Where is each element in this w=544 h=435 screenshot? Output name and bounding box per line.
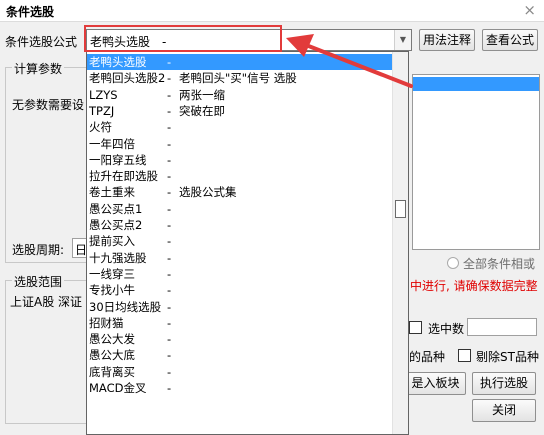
dropdown-item-name: 招财猫	[89, 315, 124, 330]
dropdown-item[interactable]: 愚公大发 -	[87, 331, 392, 347]
dropdown-item-separator: -	[167, 103, 172, 118]
dropdown-item[interactable]: 愚公买点2 -	[87, 217, 392, 233]
selected-varieties-label: 的品种	[409, 350, 446, 364]
dropdown-item-separator: -	[167, 315, 172, 330]
dropdown-item-separator: -	[167, 332, 172, 347]
all-conditions-or-radio[interactable]	[447, 257, 459, 269]
dropdown-item-name: 十九强选股	[89, 250, 147, 265]
annotation-arrow	[286, 34, 413, 88]
params-group-title: 计算参数	[12, 60, 65, 77]
highlight-box	[84, 25, 282, 52]
dropdown-item-separator: -	[167, 266, 172, 281]
dropdown-item[interactable]: TPZJ - 突破在即	[87, 103, 392, 119]
dropdown-item[interactable]: 专找小牛 -	[87, 282, 392, 298]
all-conditions-or-label: 全部条件相或	[463, 257, 536, 271]
dropdown-item[interactable]: 一阳穿五线 -	[87, 152, 392, 168]
range-markets-text: 上证A股 深证	[10, 295, 83, 309]
dropdown-item[interactable]: 招财猫 -	[87, 315, 392, 331]
exclude-st-label: 剔除ST品种	[476, 350, 539, 364]
dropdown-item-separator: -	[167, 55, 172, 69]
dropdown-item[interactable]: 火符 -	[87, 119, 392, 135]
close-icon[interactable]: ×	[523, 1, 536, 19]
dropdown-item-separator: -	[167, 348, 172, 363]
dropdown-item-name: TPZJ	[89, 103, 115, 118]
window-title: 条件选股	[6, 5, 55, 19]
dropdown-item-name: 愚公大底	[89, 348, 135, 363]
dropdown-item-separator: -	[167, 299, 172, 314]
dropdown-item-description: 两张一缩	[179, 87, 225, 102]
dropdown-item-name: 一阳穿五线	[89, 152, 147, 167]
dropdown-item-name: 火符	[89, 120, 112, 135]
no-params-text: 无参数需要设	[12, 98, 85, 112]
dropdown-item[interactable]: 拉升在即选股 -	[87, 168, 392, 184]
period-label: 选股周期:	[12, 243, 65, 257]
dropdown-item-separator: -	[167, 364, 172, 379]
join-block-button[interactable]: 是入板块	[405, 372, 466, 395]
view-formula-button[interactable]: 查看公式	[482, 29, 538, 51]
dropdown-item-separator: -	[167, 136, 172, 151]
dropdown-item-name: 老鸭回头选股2	[89, 71, 166, 86]
exclude-st-checkbox[interactable]	[458, 349, 471, 362]
dropdown-item-description: 突破在即	[179, 103, 225, 118]
dropdown-item[interactable]: 一年四倍 -	[87, 136, 392, 152]
selected-count-checkbox[interactable]	[409, 321, 422, 334]
selected-count-field[interactable]	[467, 318, 537, 336]
dropdown-item-name: 愚公买点2	[89, 218, 143, 232]
formula-dropdown-list[interactable]: MACD金叉 - 底背离买 - 愚公大底 - 愚公大发 - 招财猫 -30日均线选股 - 专找小牛 - 一…	[86, 51, 409, 435]
usage-notes-button[interactable]: 用法注释	[419, 29, 475, 51]
execute-selection-button[interactable]: 执行选股	[472, 372, 536, 395]
dropdown-item-name: 愚公买点1	[89, 201, 143, 216]
dropdown-item[interactable]: 一线穿三 -	[87, 266, 392, 282]
dropdown-item[interactable]: 十九强选股 -	[87, 250, 392, 266]
dropdown-item-name: 愚公大发	[89, 332, 135, 347]
dropdown-item-separator: -	[167, 169, 172, 184]
dropdown-item-name: MACD金叉	[89, 381, 147, 395]
range-group-title: 选股范围	[12, 273, 65, 290]
dropdown-item-separator: -	[167, 201, 172, 216]
dropdown-item-name: 专找小牛	[89, 283, 135, 298]
dropdown-scroll-thumb[interactable]	[395, 200, 406, 218]
dropdown-item-description: 选股公式集	[179, 185, 237, 200]
dropdown-item-name: 30日均线选股	[89, 299, 162, 314]
dropdown-item-separator: -	[167, 283, 172, 298]
dropdown-item-separator: -	[167, 120, 172, 135]
dropdown-item[interactable]: 愚公买点1 -	[87, 201, 392, 217]
dropdown-item-separator: -	[167, 185, 172, 200]
dropdown-item-name: LZYS	[89, 87, 118, 102]
dropdown-item-separator: -	[167, 218, 172, 232]
dropdown-item-name: 提前买入	[89, 234, 135, 249]
dropdown-item[interactable]: 底背离买 -	[87, 364, 392, 380]
dropdown-item-name: 一线穿三	[89, 266, 135, 281]
dropdown-item[interactable]: 愚公大底 -	[87, 347, 392, 363]
dropdown-item-name: 拉升在即选股	[89, 169, 158, 184]
dropdown-item[interactable]: 30日均线选股 -	[87, 299, 392, 315]
dropdown-item[interactable]: 卷土重来 - 选股公式集	[87, 184, 392, 200]
dropdown-item[interactable]: 提前买入 -	[87, 233, 392, 249]
dropdown-item[interactable]: MACD金叉 -	[87, 380, 392, 396]
condition-list-selected-row[interactable]	[413, 77, 539, 91]
dropdown-scrollbar[interactable]	[392, 52, 408, 434]
condition-list[interactable]	[412, 74, 540, 250]
dropdown-item-name: 一年四倍	[89, 136, 135, 151]
selected-count-label: 选中数	[428, 322, 465, 336]
dropdown-item-separator: -	[167, 250, 172, 265]
formula-label: 条件选股公式	[5, 35, 78, 49]
close-button[interactable]: 关闭	[472, 399, 536, 422]
dropdown-item-separator: -	[167, 152, 172, 167]
dropdown-item-separator: -	[167, 234, 172, 249]
dropdown-item-name: 老鸭头选股	[89, 55, 147, 69]
dropdown-item-name: 底背离买	[89, 364, 135, 379]
dropdown-item-separator: -	[167, 71, 172, 86]
dropdown-item-name: 卷土重来	[89, 185, 135, 200]
title-bar: 条件选股 ×	[0, 0, 544, 22]
data-warning-text: 中进行, 请确保数据完整	[410, 279, 538, 293]
dropdown-item-separator: -	[167, 87, 172, 102]
dropdown-item-separator: -	[167, 381, 172, 395]
